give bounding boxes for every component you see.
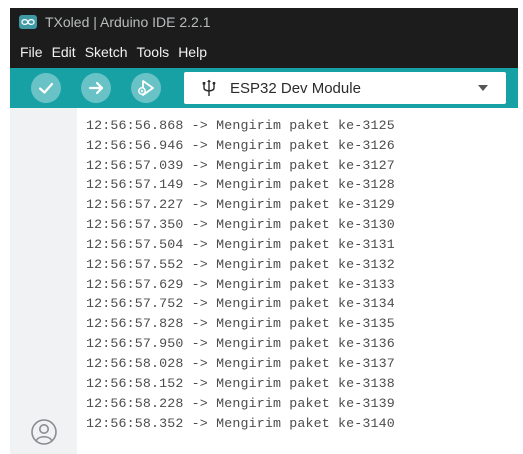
menu-help[interactable]: Help xyxy=(177,42,208,62)
log-line: 12:56:57.504 -> Mengirim paket ke-3131 xyxy=(86,237,395,252)
log-line: 12:56:58.152 -> Mengirim paket ke-3138 xyxy=(86,376,395,391)
log-line: 12:56:56.868 -> Mengirim paket ke-3125 xyxy=(86,118,395,133)
board-name: ESP32 Dev Module xyxy=(230,79,361,97)
log-line: 12:56:58.352 -> Mengirim paket ke-3140 xyxy=(86,416,395,431)
menu-tools[interactable]: Tools xyxy=(136,42,171,62)
usb-icon xyxy=(202,79,216,96)
menu-sketch[interactable]: Sketch xyxy=(84,42,129,62)
serial-monitor-output[interactable]: 12:56:56.868 -> Mengirim paket ke-3125 1… xyxy=(77,108,518,454)
debugger-icon xyxy=(138,80,154,96)
debug-button[interactable] xyxy=(131,73,161,103)
verify-button[interactable] xyxy=(31,73,61,103)
chevron-down-icon[interactable] xyxy=(478,84,488,92)
arduino-logo-icon xyxy=(19,15,37,29)
toolbar: ESP32 Dev Module xyxy=(10,68,518,108)
upload-button[interactable] xyxy=(81,73,111,103)
log-line: 12:56:57.149 -> Mengirim paket ke-3128 xyxy=(86,177,395,192)
menu-edit[interactable]: Edit xyxy=(51,42,77,62)
board-selector[interactable]: ESP32 Dev Module xyxy=(184,72,506,104)
log-line: 12:56:57.629 -> Mengirim paket ke-3133 xyxy=(86,277,395,292)
log-line: 12:56:57.039 -> Mengirim paket ke-3127 xyxy=(86,158,395,173)
log-line: 12:56:57.752 -> Mengirim paket ke-3134 xyxy=(86,296,395,311)
log-line: 12:56:57.350 -> Mengirim paket ke-3130 xyxy=(86,217,395,232)
log-line: 12:56:58.228 -> Mengirim paket ke-3139 xyxy=(86,396,395,411)
window-edge xyxy=(518,0,523,454)
left-sidebar xyxy=(10,108,77,454)
log-line: 12:56:56.946 -> Mengirim paket ke-3126 xyxy=(86,138,395,153)
menu-file[interactable]: File xyxy=(19,42,44,62)
verify-check-icon xyxy=(38,82,54,94)
upload-arrow-icon xyxy=(88,81,104,95)
log-line: 12:56:57.552 -> Mengirim paket ke-3132 xyxy=(86,257,395,272)
log-line: 12:56:57.950 -> Mengirim paket ke-3136 xyxy=(86,336,395,351)
log-line: 12:56:58.028 -> Mengirim paket ke-3137 xyxy=(86,356,395,371)
title-bar: TXoled | Arduino IDE 2.2.1 xyxy=(10,8,518,36)
menu-bar: File Edit Sketch Tools Help xyxy=(10,36,518,68)
log-line: 12:56:57.828 -> Mengirim paket ke-3135 xyxy=(86,316,395,331)
profile-icon[interactable] xyxy=(30,418,58,446)
log-line: 12:56:57.227 -> Mengirim paket ke-3129 xyxy=(86,197,395,212)
window-title: TXoled | Arduino IDE 2.2.1 xyxy=(45,14,211,30)
